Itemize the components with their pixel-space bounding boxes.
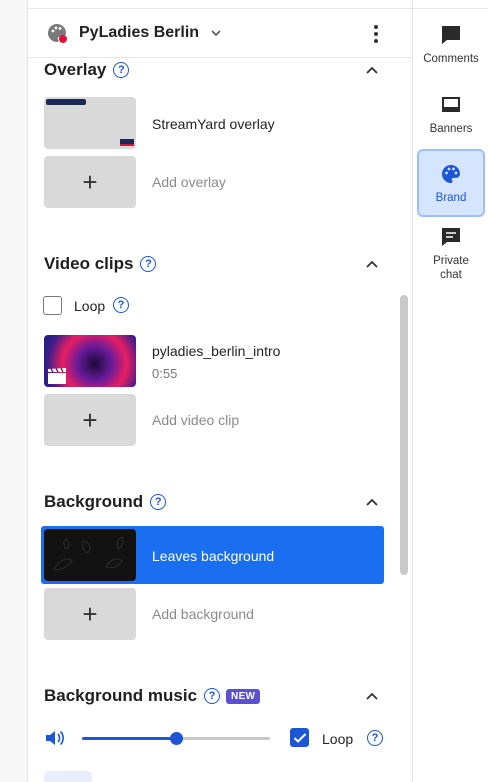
rail-divider bbox=[413, 8, 488, 9]
overlay-thumbnail[interactable] bbox=[44, 97, 136, 149]
panel-header: PyLadies Berlin bbox=[28, 8, 412, 58]
background-music-section-title: Background music? NEW bbox=[44, 686, 261, 706]
video-loop-label: Loop bbox=[74, 298, 106, 314]
rail-item-comments[interactable]: Comments bbox=[417, 24, 485, 66]
add-video-clip-label[interactable]: Add video clip bbox=[152, 412, 239, 428]
background-section-title: Background? bbox=[44, 492, 167, 512]
leaves-pattern-icon bbox=[53, 536, 124, 571]
add-video-clip-button[interactable]: + bbox=[44, 394, 136, 446]
right-rail: Comments Banners Brand Private chat bbox=[412, 0, 488, 782]
help-icon[interactable]: ? bbox=[204, 688, 221, 704]
overlay-item-label[interactable]: StreamYard overlay bbox=[152, 116, 275, 132]
music-loop-checkbox[interactable] bbox=[290, 728, 309, 747]
overlay-section-title: Overlay? bbox=[44, 60, 130, 80]
brand-palette-avatar[interactable] bbox=[46, 22, 68, 44]
add-overlay-label[interactable]: Add overlay bbox=[152, 174, 226, 190]
chevron-up-icon[interactable] bbox=[365, 259, 379, 269]
brand-name[interactable]: PyLadies Berlin bbox=[79, 24, 199, 42]
banner-icon bbox=[442, 97, 460, 112]
chevron-down-icon[interactable] bbox=[209, 26, 223, 40]
plus-icon: + bbox=[82, 598, 98, 629]
help-icon[interactable]: ? bbox=[140, 256, 157, 272]
add-overlay-button[interactable]: + bbox=[44, 156, 136, 208]
chevron-up-icon[interactable] bbox=[365, 497, 379, 507]
background-thumbnail[interactable] bbox=[44, 529, 136, 581]
rail-item-private-chat[interactable]: Private chat bbox=[417, 226, 485, 282]
video-clip-duration: 0:55 bbox=[152, 366, 178, 381]
new-badge: NEW bbox=[226, 688, 261, 704]
chevron-up-icon[interactable] bbox=[365, 65, 379, 75]
volume-slider-thumb[interactable] bbox=[170, 732, 183, 745]
partial-button[interactable] bbox=[44, 771, 92, 782]
volume-slider[interactable] bbox=[82, 732, 270, 745]
clapperboard-icon bbox=[48, 367, 66, 384]
private-chat-icon bbox=[442, 228, 460, 246]
scrollbar[interactable] bbox=[400, 295, 408, 575]
video-loop-checkbox[interactable] bbox=[43, 296, 62, 315]
comment-icon bbox=[442, 26, 460, 44]
check-icon bbox=[293, 732, 306, 743]
video-clips-section-title: Video clips? bbox=[44, 254, 157, 274]
video-clip-label[interactable]: pyladies_berlin_intro bbox=[152, 343, 280, 359]
rail-item-brand[interactable]: Brand bbox=[417, 149, 485, 217]
chevron-up-icon[interactable] bbox=[365, 691, 379, 701]
help-icon[interactable]: ? bbox=[113, 297, 129, 313]
volume-slider-fill bbox=[82, 737, 176, 740]
help-icon[interactable]: ? bbox=[367, 730, 383, 746]
help-icon[interactable]: ? bbox=[150, 494, 167, 510]
add-background-label[interactable]: Add background bbox=[152, 606, 254, 622]
video-clip-thumbnail[interactable] bbox=[44, 335, 136, 387]
rail-item-banners[interactable]: Banners bbox=[417, 94, 485, 136]
add-background-button[interactable]: + bbox=[44, 588, 136, 640]
volume-icon[interactable] bbox=[44, 728, 66, 748]
help-icon[interactable]: ? bbox=[113, 62, 130, 78]
plus-icon: + bbox=[82, 166, 98, 197]
left-gutter bbox=[0, 0, 28, 782]
palette-icon bbox=[442, 165, 460, 183]
music-loop-label: Loop bbox=[322, 731, 354, 747]
more-options-icon[interactable] bbox=[366, 22, 386, 46]
background-item-label[interactable]: Leaves background bbox=[152, 548, 274, 564]
plus-icon: + bbox=[82, 404, 98, 435]
